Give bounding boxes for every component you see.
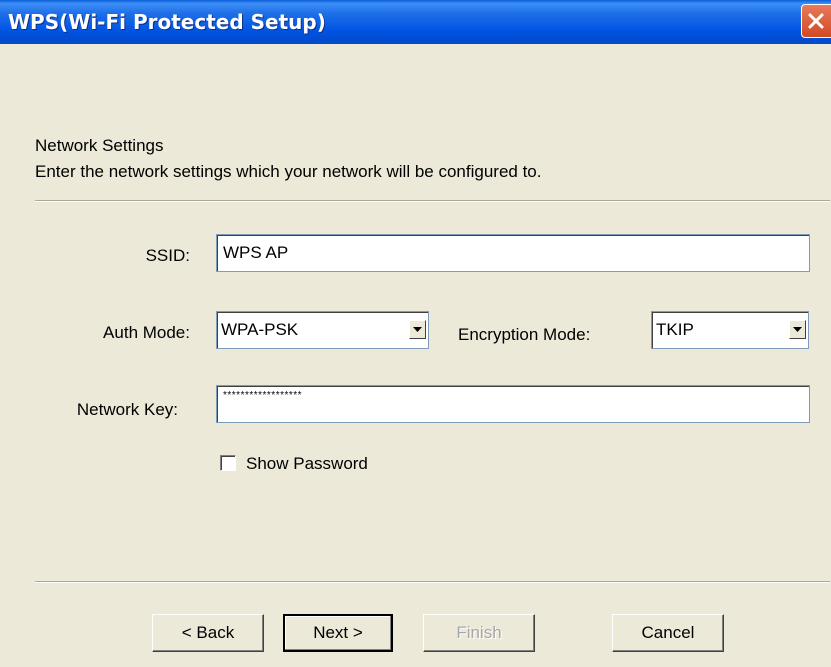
window-title: WPS(Wi-Fi Protected Setup) xyxy=(8,10,326,34)
page-heading: Network Settings xyxy=(35,136,164,155)
back-button[interactable]: < Back xyxy=(152,614,264,652)
chevron-down-icon xyxy=(413,327,422,332)
show-password-checkbox[interactable] xyxy=(220,455,236,471)
encryption-mode-label: Encryption Mode: xyxy=(458,325,591,344)
wps-dialog: WPS(Wi-Fi Protected Setup) Network Setti… xyxy=(0,0,831,667)
auth-mode-select[interactable]: WPA-PSK xyxy=(216,311,429,349)
close-icon xyxy=(808,13,824,29)
network-key-input[interactable]: ****************** xyxy=(216,385,810,423)
top-divider xyxy=(35,200,830,202)
auth-mode-label: Auth Mode: xyxy=(103,323,190,342)
ssid-input[interactable]: WPS AP xyxy=(216,234,810,272)
close-button[interactable] xyxy=(801,4,831,38)
chevron-down-icon xyxy=(793,327,802,332)
cancel-button[interactable]: Cancel xyxy=(612,614,724,652)
encryption-mode-dropdown-button[interactable] xyxy=(789,320,806,339)
title-bar[interactable]: WPS(Wi-Fi Protected Setup) xyxy=(0,0,831,44)
page-description: Enter the network settings which your ne… xyxy=(35,162,542,181)
auth-mode-value: WPA-PSK xyxy=(221,320,299,339)
bottom-divider xyxy=(35,581,830,583)
network-key-label: Network Key: xyxy=(76,400,178,419)
auth-mode-dropdown-button[interactable] xyxy=(409,320,426,339)
ssid-label: SSID: xyxy=(145,246,190,265)
finish-button[interactable]: Finish xyxy=(423,614,535,652)
show-password-label[interactable]: Show Password xyxy=(246,454,368,474)
encryption-mode-value: TKIP xyxy=(656,320,694,339)
encryption-mode-select[interactable]: TKIP xyxy=(651,311,809,349)
next-button[interactable]: Next > xyxy=(283,614,393,652)
